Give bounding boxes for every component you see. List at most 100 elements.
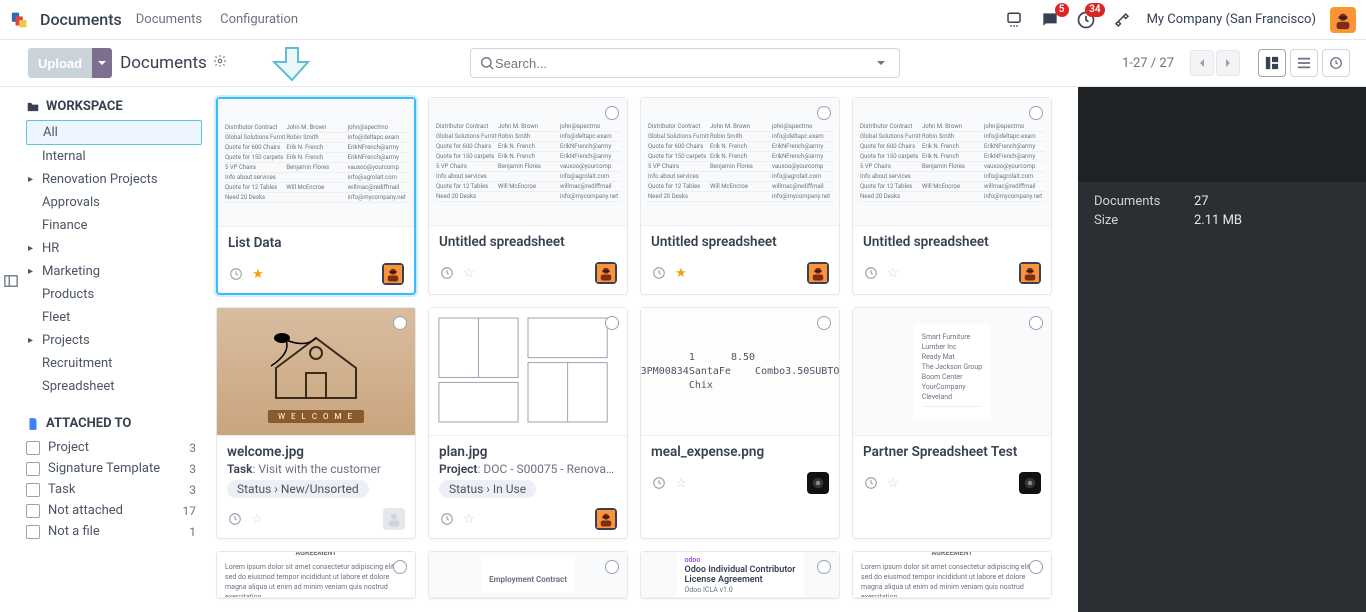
attached-filter-not-a-file[interactable]: Not a file1 [26,521,202,542]
gear-icon[interactable] [213,54,227,72]
view-list-button[interactable] [1290,49,1318,77]
phone-icon[interactable] [1003,9,1025,31]
sidebar-item-label: Recruitment [42,356,112,371]
search-input[interactable] [495,56,871,71]
brand[interactable]: Documents [10,9,122,31]
card-select-radio[interactable] [1029,560,1043,574]
attached-filter-not-attached[interactable]: Not attached17 [26,500,202,521]
card-select-radio[interactable] [817,560,831,574]
chevron-right-icon: ▸ [28,243,33,254]
nav-link-configuration[interactable]: Configuration [220,12,298,27]
owner-avatar[interactable] [595,262,617,284]
star-icon[interactable]: ☆ [885,265,901,281]
pager-prev[interactable] [1190,50,1214,76]
sidebar-item-label: Projects [42,333,90,348]
sidebar-item-projects[interactable]: ▸Projects [26,329,202,352]
card-title: plan.jpg [439,444,617,460]
nav-link-documents[interactable]: Documents [136,12,202,27]
card-thumbnail: odooOdoo Individual ContributorLicense A… [641,552,839,598]
collapse-sidebar-icon[interactable] [4,274,18,288]
star-icon[interactable]: ☆ [249,511,265,527]
card-title: Untitled spreadsheet [863,234,1041,250]
checkbox-icon[interactable] [26,525,40,539]
card-select-radio[interactable] [393,316,407,330]
sidebar-item-spreadsheet[interactable]: Spreadsheet [26,375,202,398]
document-card[interactable]: AGREEMENTLorem ipsum dolor sit amet cons… [216,551,416,599]
company-selector[interactable]: My Company (San Francisco) [1147,12,1316,27]
card-thumbnail [429,308,627,436]
owner-avatar[interactable] [807,472,829,494]
view-kanban-button[interactable] [1258,49,1286,77]
view-activity-button[interactable] [1322,49,1350,77]
tools-icon[interactable] [1111,9,1133,31]
upload-dropdown[interactable] [92,48,112,78]
attached-header: ATTACHED TO [26,416,202,431]
kanban-grid: Distributor ContractJohn M. Brownjohn@sp… [210,87,1078,612]
document-card[interactable]: AGREEMENTLorem ipsum dolor sit amet cons… [852,551,1052,599]
document-card[interactable]: Distributor ContractJohn M. Brownjohn@sp… [428,97,628,295]
card-subtitle: Project: DOC - S00075 - Renovation A... [439,462,617,476]
card-select-radio[interactable] [605,316,619,330]
owner-avatar[interactable] [382,263,404,285]
document-card[interactable]: W E L C O M Ewelcome.jpgTask: Visit with… [216,307,416,539]
card-thumbnail: Distributor ContractJohn M. Brownjohn@sp… [218,99,414,227]
sidebar-item-all[interactable]: All [26,120,202,145]
sidebar-item-recruitment[interactable]: Recruitment [26,352,202,375]
search-dropdown[interactable] [871,58,891,68]
checkbox-icon[interactable] [26,441,40,455]
owner-avatar[interactable] [1019,472,1041,494]
sidebar-item-internal[interactable]: Internal [26,145,202,168]
card-select-radio[interactable] [605,106,619,120]
sidebar-item-products[interactable]: Products [26,283,202,306]
sidebar-item-finance[interactable]: Finance [26,214,202,237]
pager-text[interactable]: 1-27 / 27 [1122,56,1174,71]
star-icon[interactable]: ★ [250,266,266,282]
card-title: meal_expense.png [651,444,829,460]
document-card[interactable]: Distributor ContractJohn M. Brownjohn@sp… [852,97,1052,295]
checkbox-icon[interactable] [26,462,40,476]
sidebar-item-label: Renovation Projects [42,172,158,187]
card-select-radio[interactable] [1029,106,1043,120]
breadcrumb: Documents [120,53,207,73]
document-card[interactable]: Distributor ContractJohn M. Brownjohn@sp… [640,97,840,295]
star-icon[interactable]: ★ [673,265,689,281]
sidebar-item-marketing[interactable]: ▸Marketing [26,260,202,283]
star-icon[interactable]: ☆ [673,475,689,491]
card-select-radio[interactable] [817,106,831,120]
sidebar-item-fleet[interactable]: Fleet [26,306,202,329]
attached-filter-task[interactable]: Task3 [26,479,202,500]
pager-next[interactable] [1216,50,1240,76]
activities-icon[interactable]: 34 [1075,9,1097,31]
user-avatar[interactable] [1330,7,1356,33]
messages-icon[interactable]: 5 [1039,9,1061,31]
search-box[interactable] [470,48,900,78]
owner-avatar[interactable] [383,508,405,530]
checkbox-icon[interactable] [26,504,40,518]
card-select-radio[interactable] [817,316,831,330]
card-select-radio[interactable] [1029,316,1043,330]
owner-avatar[interactable] [1019,262,1041,284]
workspace-header: WORKSPACE [26,99,202,114]
document-card[interactable]: Order # 1908/17/091:43PM008341 SantaFe C… [640,307,840,539]
chevron-right-icon: ▸ [28,174,33,185]
file-icon [26,417,40,431]
sidebar-item-hr[interactable]: ▸HR [26,237,202,260]
attached-filter-signature-template[interactable]: Signature Template3 [26,458,202,479]
card-select-radio[interactable] [605,560,619,574]
document-card[interactable]: plan.jpg Project: DOC - S00075 - Renovati… [428,307,628,539]
upload-button[interactable]: Upload [28,48,92,78]
star-icon[interactable]: ☆ [885,475,901,491]
sidebar-item-renovation-projects[interactable]: ▸ Renovation Projects [26,168,202,191]
card-select-radio[interactable] [393,560,407,574]
document-card[interactable]: Distributor ContractJohn M. Brownjohn@sp… [216,97,416,295]
document-card[interactable]: Smart FurnitureLumber IncReady MatThe Ja… [852,307,1052,539]
attached-filter-project[interactable]: Project3 [26,437,202,458]
document-card[interactable]: Employment Contract [428,551,628,599]
star-icon[interactable]: ☆ [461,511,477,527]
document-card[interactable]: odooOdoo Individual ContributorLicense A… [640,551,840,599]
owner-avatar[interactable] [807,262,829,284]
star-icon[interactable]: ☆ [461,265,477,281]
owner-avatar[interactable] [595,508,617,530]
checkbox-icon[interactable] [26,483,40,497]
sidebar-item-approvals[interactable]: Approvals [26,191,202,214]
